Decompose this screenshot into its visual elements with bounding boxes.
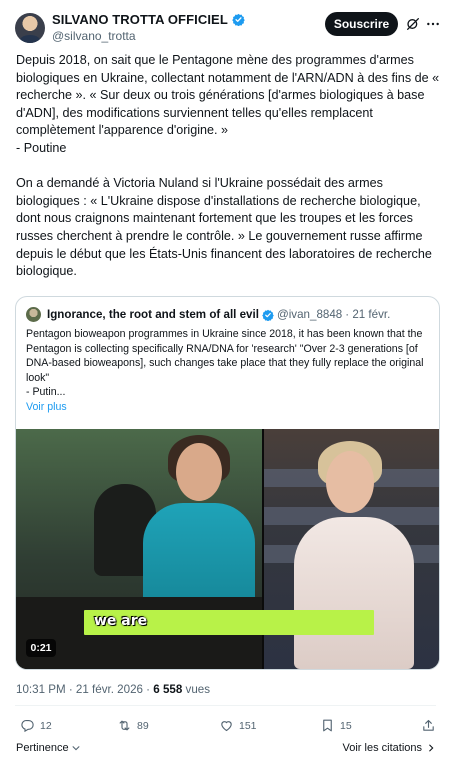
quoted-date: · 21 févr. — [345, 308, 391, 321]
bottom-bar: Pertinence Voir les citations — [0, 742, 451, 760]
bookmark-count: 15 — [340, 719, 352, 732]
person-head-shape — [326, 451, 374, 513]
reply-button[interactable]: 12 — [20, 718, 52, 733]
share-icon — [423, 719, 434, 731]
tweet-text: Depuis 2018, on sait que le Pentagone mè… — [16, 53, 440, 279]
bookmark-icon — [323, 719, 332, 732]
views-count: 6 558 — [153, 683, 183, 696]
video-duration-badge: 0:21 — [26, 639, 56, 657]
bookmark-button[interactable]: 15 — [320, 718, 352, 733]
tweet-timestamp[interactable]: 10:31 PM · 21 févr. 2026 · — [16, 683, 153, 696]
like-button[interactable]: 151 — [219, 718, 257, 733]
author-avatar[interactable] — [15, 13, 45, 43]
subscribe-button[interactable]: Souscrire — [325, 12, 398, 36]
video-player[interactable]: we are 0:21 — [16, 429, 439, 669]
tweet-meta: 10:31 PM · 21 févr. 2026 · 6 558 vues — [16, 683, 210, 696]
heart-icon — [221, 721, 232, 732]
view-quotes-label: Voir les citations — [342, 742, 422, 754]
author-handle[interactable]: @silvano_trotta — [52, 29, 136, 43]
view-quotes-link[interactable]: Voir les citations — [343, 742, 436, 754]
chevron-down-icon — [72, 746, 80, 751]
views-label: vues — [182, 683, 211, 696]
caption-text: we are — [94, 613, 148, 629]
relevance-label: Pertinence — [16, 742, 69, 754]
retweet-button[interactable]: 89 — [117, 718, 149, 733]
grok-icon[interactable] — [405, 16, 421, 32]
share-button[interactable] — [421, 718, 436, 733]
reply-icon — [21, 719, 34, 733]
divider — [15, 705, 436, 706]
quoted-author-name: Ignorance, the root and stem of all evil — [47, 308, 259, 321]
retweet-count: 89 — [137, 719, 149, 732]
quoted-text: Pentagon bioweapon programmes in Ukraine… — [26, 328, 424, 399]
retweet-icon — [119, 720, 130, 731]
speaker-head-shape — [176, 443, 222, 501]
quoted-author-avatar — [26, 307, 41, 322]
tweet: SILVANO TROTTA OFFICIEL @silvano_trotta … — [0, 0, 451, 769]
reply-count: 12 — [40, 719, 52, 732]
person-body-shape — [294, 517, 414, 669]
like-count: 151 — [239, 719, 257, 732]
author-name-row: SILVANO TROTTA OFFICIEL — [52, 12, 245, 27]
quoted-tweet[interactable]: Ignorance, the root and stem of all evil… — [15, 296, 440, 670]
show-more-link[interactable]: Voir plus — [26, 401, 67, 413]
quoted-header: Ignorance, the root and stem of all evil… — [47, 308, 390, 321]
more-options-icon[interactable] — [425, 16, 441, 32]
chevron-right-icon — [429, 744, 434, 752]
relevance-sort-dropdown[interactable]: Pertinence — [16, 742, 81, 754]
quoted-author-handle: @ivan_8848 — [276, 308, 343, 321]
author-name[interactable]: SILVANO TROTTA OFFICIEL — [52, 12, 228, 27]
action-bar: 12 89 151 15 — [0, 718, 451, 738]
verified-badge-icon — [262, 309, 274, 321]
verified-badge-icon — [232, 13, 245, 26]
